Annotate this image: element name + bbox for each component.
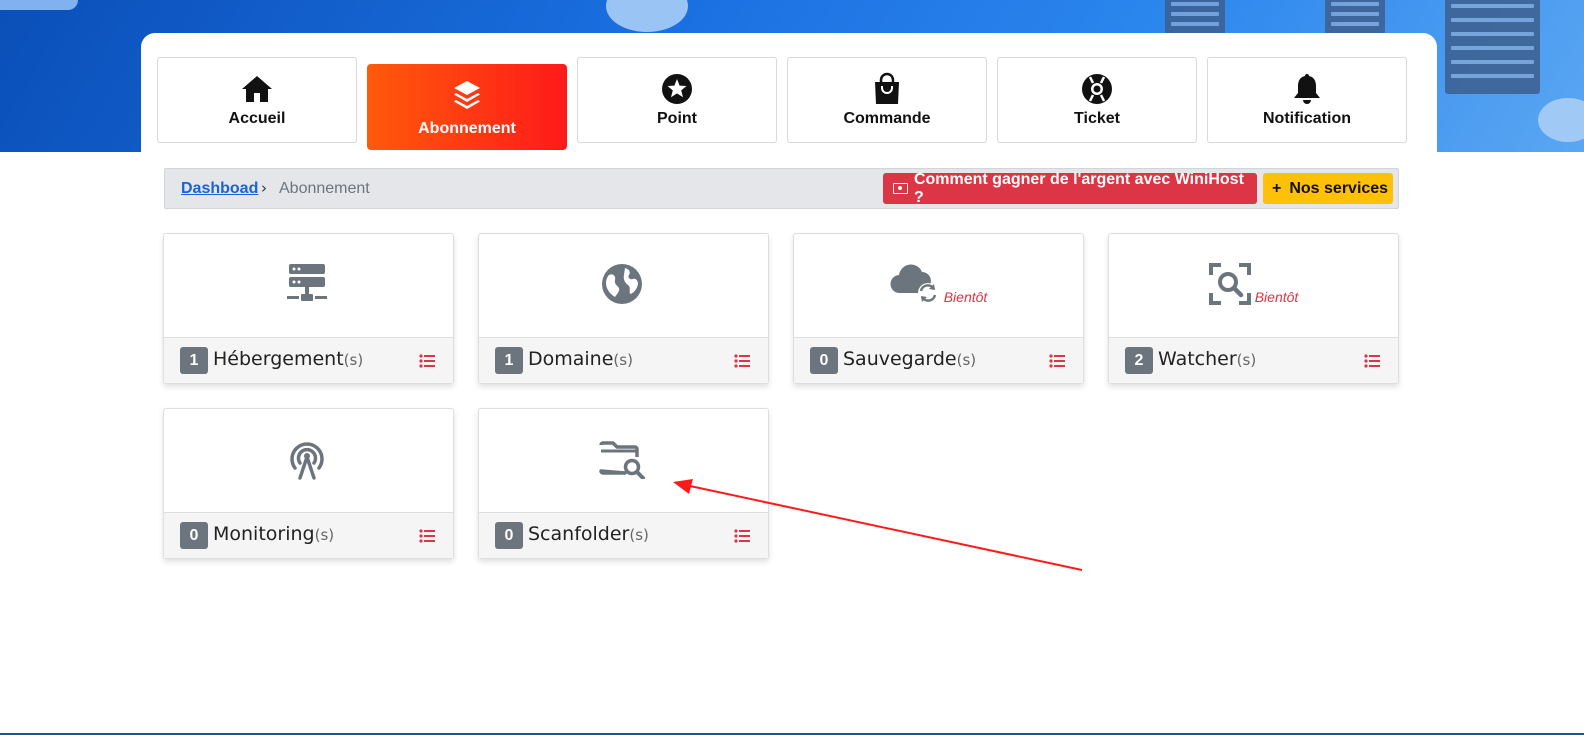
card-title-suffix: (s) xyxy=(343,351,364,369)
shopping-bag-icon xyxy=(872,72,902,106)
card-title-text: Sauvegarde xyxy=(843,348,957,370)
nav-item-accueil[interactable]: Accueil xyxy=(157,57,357,143)
nav-item-abonnement[interactable]: Abonnement xyxy=(367,64,567,150)
lifebuoy-icon xyxy=(1081,72,1113,106)
card-title: Hébergement(s) xyxy=(213,348,363,370)
server-rack-decoration xyxy=(1445,0,1540,94)
count-badge: 1 xyxy=(180,347,208,374)
earn-money-button[interactable]: Comment gagner de l'argent avec WiniHost… xyxy=(883,170,1257,206)
card-title-suffix: (s) xyxy=(314,526,335,544)
coming-soon-label: Bientôt xyxy=(1254,289,1299,305)
card-title-text: Hébergement xyxy=(213,348,344,370)
cloud-decoration xyxy=(606,0,688,32)
breadcrumb: Dashboad › Abonnement Comment gagner de … xyxy=(164,168,1399,209)
card-title: Scanfolder(s) xyxy=(528,523,649,545)
nav-item-label: Accueil xyxy=(228,110,286,127)
nav-item-label: Commande xyxy=(843,110,931,127)
list-icon[interactable] xyxy=(1049,353,1065,369)
bell-icon xyxy=(1292,72,1322,106)
card-hebergement[interactable]: 1 Hébergement(s) xyxy=(163,233,454,384)
layers-icon xyxy=(452,78,482,112)
earn-money-label: Comment gagner de l'argent avec WiniHost… xyxy=(913,170,1244,206)
list-icon[interactable] xyxy=(419,528,435,544)
cloud-decoration xyxy=(1538,98,1584,142)
card-monitoring[interactable]: 0 Monitoring(s) xyxy=(163,408,454,559)
card-title-suffix: (s) xyxy=(956,351,977,369)
nav-item-label: Point xyxy=(657,110,697,127)
card-title: Monitoring(s) xyxy=(213,523,334,545)
server-network-icon xyxy=(286,263,327,309)
plus-icon: + xyxy=(1272,179,1282,197)
card-title: Watcher(s) xyxy=(1158,348,1256,370)
count-badge: 0 xyxy=(810,347,838,374)
breadcrumb-separator: › xyxy=(261,179,267,197)
folder-search-icon xyxy=(598,439,646,483)
star-icon xyxy=(661,72,693,106)
services-label: Nos services xyxy=(1289,179,1389,197)
breadcrumb-current: Abonnement xyxy=(279,180,370,197)
hero-decoration xyxy=(0,0,78,10)
broadcast-tower-icon xyxy=(286,438,328,484)
coming-soon-label: Bientôt xyxy=(943,289,988,305)
list-icon[interactable] xyxy=(734,353,750,369)
card-sauvegarde[interactable]: Bientôt 0 Sauvegarde(s) xyxy=(793,233,1084,384)
card-title-text: Scanfolder xyxy=(528,523,630,545)
nav-item-ticket[interactable]: Ticket xyxy=(997,57,1197,143)
money-bill-icon xyxy=(893,183,908,194)
list-icon[interactable] xyxy=(419,353,435,369)
card-watcher[interactable]: Bientôt 2 Watcher(s) xyxy=(1108,233,1399,384)
nav-item-label: Ticket xyxy=(1074,110,1120,127)
scan-search-icon xyxy=(1208,263,1251,309)
services-button[interactable]: + Nos services xyxy=(1263,173,1393,204)
home-icon xyxy=(241,72,273,106)
card-title: Sauvegarde(s) xyxy=(843,348,976,370)
nav-item-point[interactable]: Point xyxy=(577,57,777,143)
card-title-text: Monitoring xyxy=(213,523,315,545)
card-domaine[interactable]: 1 Domaine(s) xyxy=(478,233,769,384)
nav-item-notification[interactable]: Notification xyxy=(1207,57,1407,143)
list-icon[interactable] xyxy=(734,528,750,544)
cloud-sync-icon xyxy=(890,263,940,309)
list-icon[interactable] xyxy=(1364,353,1380,369)
nav-item-commande[interactable]: Commande xyxy=(787,57,987,143)
card-title-text: Watcher xyxy=(1158,348,1237,370)
card-title-suffix: (s) xyxy=(1236,351,1257,369)
globe-icon xyxy=(601,263,643,309)
nav-item-label: Abonnement xyxy=(418,120,516,137)
main-nav: Accueil Abonnement Point Commande Ticket xyxy=(157,57,1409,150)
count-badge: 1 xyxy=(495,347,523,374)
card-title-text: Domaine xyxy=(528,348,614,370)
card-scanfolder[interactable]: 0 Scanfolder(s) xyxy=(478,408,769,559)
main-container: Accueil Abonnement Point Commande Ticket xyxy=(141,33,1437,735)
count-badge: 0 xyxy=(180,522,208,549)
card-title-suffix: (s) xyxy=(629,526,649,544)
count-badge: 2 xyxy=(1125,347,1153,374)
nav-item-label: Notification xyxy=(1263,110,1351,127)
count-badge: 0 xyxy=(495,522,523,549)
breadcrumb-link-dashboard[interactable]: Dashboad xyxy=(181,180,258,198)
card-title: Domaine(s) xyxy=(528,348,633,370)
card-title-suffix: (s) xyxy=(613,351,633,369)
